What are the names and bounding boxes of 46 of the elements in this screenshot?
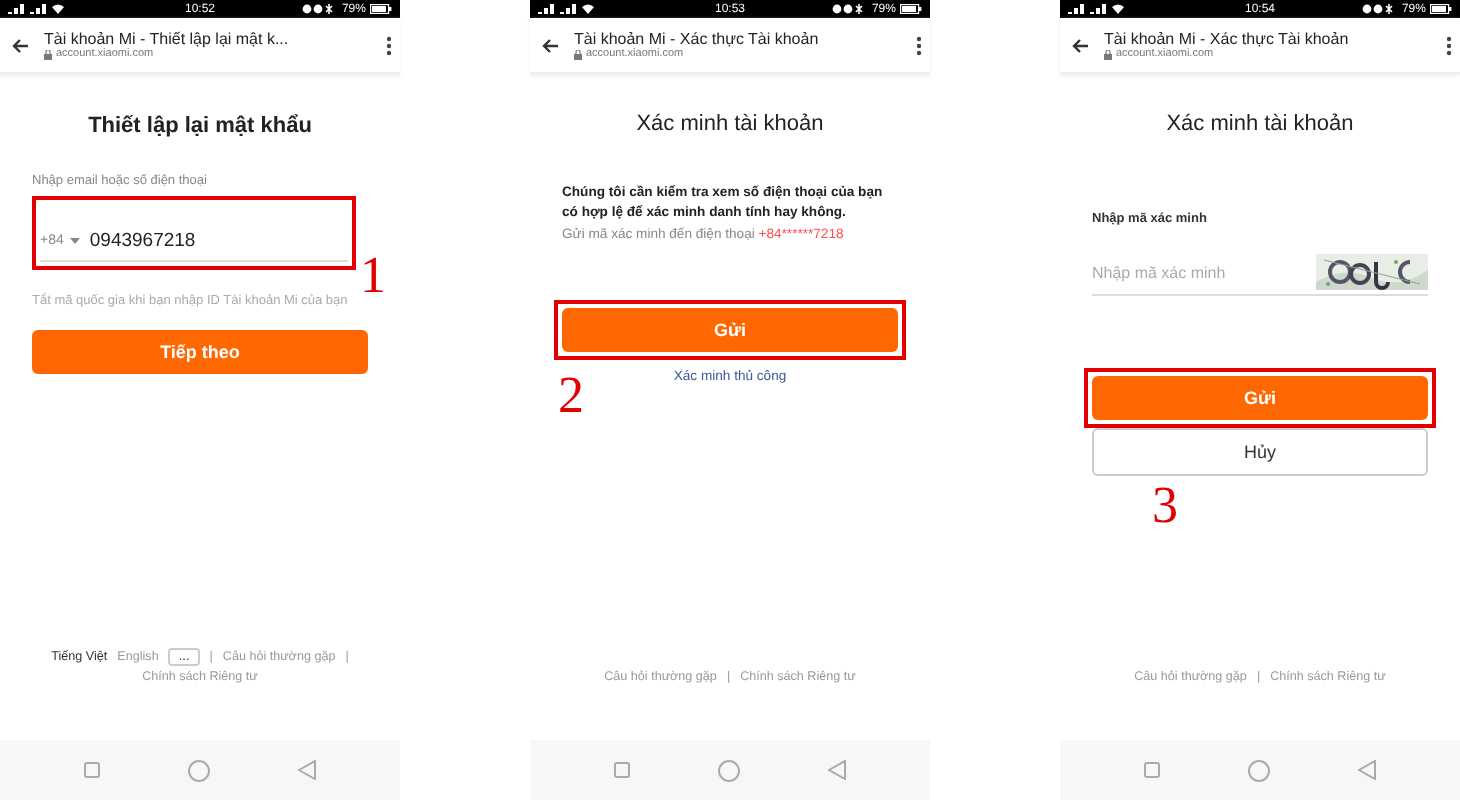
home-icon[interactable] (1248, 759, 1270, 781)
wifi-icon (52, 4, 64, 14)
back-icon[interactable] (298, 760, 316, 780)
menu-icon[interactable] (1446, 35, 1452, 55)
lock-icon (1104, 49, 1112, 59)
menu-icon[interactable] (916, 35, 922, 55)
page-heading: Xác minh tài khoản (1164, 112, 1356, 136)
phone-number: 0943967218 (89, 229, 196, 251)
step-number: 2 (558, 370, 584, 422)
home-icon[interactable] (188, 759, 210, 781)
step-number: 3 (1152, 480, 1178, 532)
recents-icon[interactable] (614, 762, 630, 778)
dropdown-icon (69, 237, 80, 243)
submit-button[interactable]: Tiếp theo (32, 330, 368, 375)
menu-icon[interactable] (386, 35, 392, 55)
page-title: Tài khoản Mi - Thiết lập lại mật k... (44, 30, 291, 48)
submit-button[interactable]: Gửi (562, 308, 898, 353)
code-field[interactable]: Nhập mã xác minh (1092, 263, 1292, 281)
status-icons (1361, 4, 1398, 14)
recents-icon[interactable] (1144, 762, 1160, 778)
signal-icon (8, 4, 48, 14)
signal-icon (538, 4, 578, 14)
lock-icon (574, 49, 582, 59)
wifi-icon (582, 4, 594, 14)
page-heading: Thiết lập lại mật khẩu (86, 114, 314, 138)
page-title: Tài khoản Mi - Xác thực Tài khoản (574, 30, 821, 48)
page-heading: Xác minh tài khoản (634, 112, 826, 136)
recents-icon[interactable] (84, 762, 100, 778)
step-number: 1 (360, 250, 386, 302)
back-icon[interactable] (1358, 760, 1376, 780)
home-icon[interactable] (718, 759, 740, 781)
lock-icon (44, 49, 52, 59)
battery-icon (369, 4, 392, 14)
cancel-button[interactable]: Hủy (1092, 428, 1428, 476)
back-arrow-icon[interactable] (12, 37, 28, 53)
signal-icon (1068, 4, 1108, 14)
back-arrow-icon[interactable] (1072, 37, 1088, 53)
battery-icon (899, 4, 922, 14)
status-icons (831, 4, 868, 14)
page-title: Tài khoản Mi - Xác thực Tài khoản (1104, 30, 1351, 48)
battery-icon (1429, 4, 1452, 14)
wifi-icon (1112, 4, 1124, 14)
back-icon[interactable] (828, 760, 846, 780)
status-icons (301, 4, 338, 14)
submit-button[interactable]: Gửi (1092, 376, 1428, 420)
back-arrow-icon[interactable] (542, 37, 558, 53)
